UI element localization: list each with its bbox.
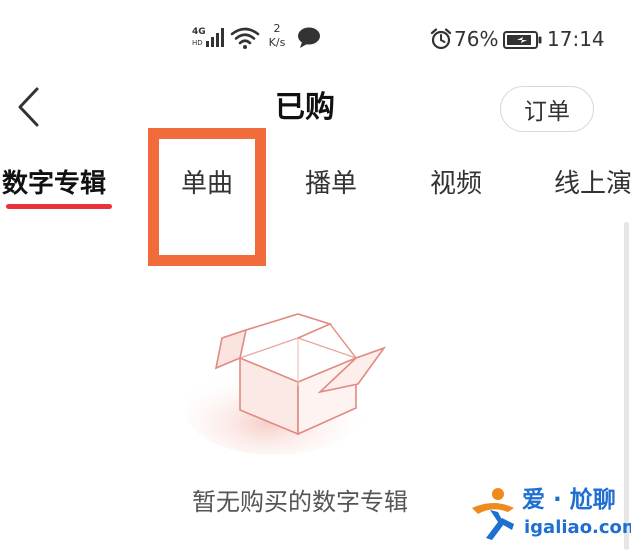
watermark-logo: 爱 · 尬聊 igaliao.com [468, 482, 631, 546]
network-sub-label: HD [192, 39, 203, 47]
tab-label: 播单 [305, 169, 358, 199]
status-bar: 4G HD 2 K/s 76% 17:14 [0, 0, 631, 70]
network-speed-unit: K/s [268, 36, 286, 49]
chevron-left-icon [18, 87, 39, 127]
empty-state-message: 暂无购买的数字专辑 [192, 488, 408, 516]
battery-icon [503, 31, 542, 49]
tab-playlist[interactable]: 播单 [305, 166, 357, 202]
network-label: 4G [192, 27, 206, 37]
watermark-url: igaliao.com [524, 517, 631, 538]
battery-percent: 76% [454, 27, 499, 51]
tab-single[interactable]: 单曲 [181, 166, 233, 202]
tab-online-show[interactable]: 线上演 [554, 166, 631, 202]
runner-logo-icon [472, 488, 514, 540]
tab-label: 视频 [430, 169, 483, 199]
open-box-icon [185, 313, 387, 455]
wifi-icon [230, 27, 260, 49]
watermark-text: 爱 · 尬聊 [522, 487, 616, 513]
tab-video[interactable]: 视频 [430, 166, 482, 202]
network-speed: 2 K/s [262, 22, 292, 50]
tab-label: 线上演 [554, 169, 631, 199]
tab-digital-album[interactable]: 数字专辑 [2, 166, 112, 209]
chat-bubble-icon [298, 27, 320, 48]
network-speed-value: 2 [273, 22, 281, 35]
orders-button[interactable]: 订单 [500, 86, 594, 132]
back-button[interactable] [8, 82, 48, 132]
alarm-icon [430, 28, 452, 50]
active-tab-indicator [6, 204, 112, 209]
tab-label: 单曲 [181, 169, 234, 199]
tab-bar: 数字专辑 单曲 播单 视频 线上演 [0, 160, 631, 220]
signal-icon: 4G HD [192, 27, 224, 47]
status-time: 17:14 [547, 27, 605, 51]
page-title: 已购 [275, 90, 335, 125]
tab-label: 数字专辑 [2, 169, 107, 199]
